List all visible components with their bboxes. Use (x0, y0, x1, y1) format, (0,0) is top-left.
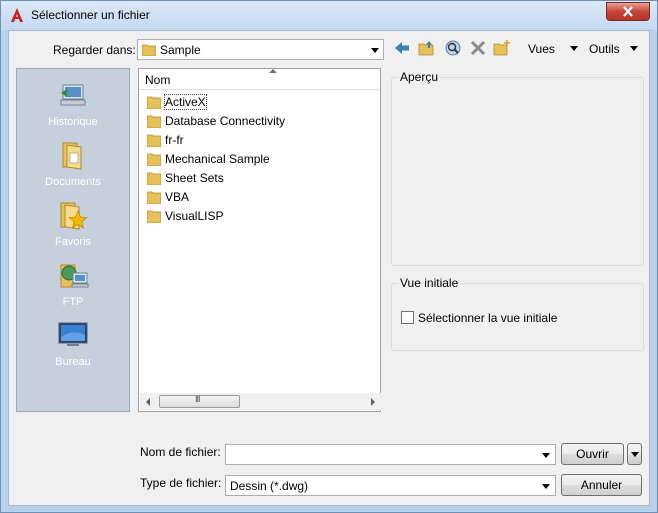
folder-icon (147, 172, 161, 185)
place-desktop[interactable]: Bureau (17, 319, 129, 377)
list-item-label: fr-fr (165, 133, 184, 147)
open-button[interactable]: Ouvrir (561, 443, 624, 465)
place-documents[interactable]: Documents (17, 139, 129, 197)
list-item[interactable]: VisualLISP (143, 207, 379, 225)
autocad-app-icon (11, 8, 23, 22)
look-in-combo[interactable]: Sample (137, 39, 384, 60)
filetype-dropdown-icon[interactable] (542, 484, 550, 489)
title-bar[interactable]: Sélectionner un fichier (1, 1, 657, 30)
horizontal-scrollbar[interactable]: III (140, 393, 381, 410)
places-bar: Historique Documents Favoris FTP Bureau (16, 68, 130, 412)
filetype-value: Dessin (*.dwg) (230, 479, 309, 493)
window-title: Sélectionner un fichier (31, 8, 150, 22)
history-icon (60, 84, 86, 106)
look-in-value: Sample (160, 43, 201, 57)
folder-icon (147, 134, 161, 147)
list-item-label: VisualLISP (165, 209, 224, 223)
preview-group: Aperçu (391, 70, 644, 266)
place-label: Bureau (55, 356, 91, 368)
place-label: Documents (45, 176, 101, 188)
initial-view-checkbox[interactable] (401, 311, 414, 324)
place-label: Historique (48, 116, 98, 128)
list-item-label: Database Connectivity (165, 114, 286, 128)
dialog-client-area: Regarder dans: Sample Vues Outils Histor… (8, 30, 650, 506)
list-item[interactable]: Database Connectivity (143, 112, 379, 130)
tools-dropdown-icon[interactable] (630, 46, 638, 51)
place-favorites[interactable]: Favoris (17, 199, 129, 257)
folder-icon (147, 210, 161, 223)
look-in-label: Regarder dans: (53, 43, 136, 57)
tools-menu[interactable]: Outils (589, 42, 620, 56)
back-arrow-icon[interactable] (393, 39, 411, 57)
place-label: Favoris (54, 236, 92, 248)
folder-icon (147, 153, 161, 166)
list-item-label: Mechanical Sample (165, 152, 270, 166)
new-folder-icon[interactable] (493, 39, 511, 57)
list-item[interactable]: Mechanical Sample (143, 150, 379, 168)
favorites-star-icon (60, 202, 88, 230)
folder-icon (142, 44, 156, 56)
list-item-label: Sheet Sets (165, 171, 224, 185)
scroll-thumb-grip: III (195, 394, 200, 404)
scroll-right-icon[interactable] (371, 398, 375, 406)
filename-label: Nom de fichier: (140, 445, 221, 459)
place-label: FTP (62, 296, 84, 308)
initial-view-checkbox-label[interactable]: Sélectionner la vue initiale (418, 311, 557, 325)
place-history[interactable]: Historique (17, 79, 129, 137)
up-folder-icon[interactable] (418, 39, 436, 57)
file-list[interactable]: Nom ActiveX Database Connectivity fr-fr Mec… (138, 68, 381, 412)
column-header-name[interactable]: Nom (139, 69, 380, 90)
search-web-icon[interactable] (444, 39, 462, 57)
close-button[interactable] (606, 2, 650, 21)
scroll-thumb[interactable]: III (159, 394, 240, 408)
documents-folder-icon (62, 142, 82, 170)
list-item[interactable]: VBA (143, 188, 379, 206)
chevron-down-icon (631, 452, 639, 457)
column-header-label: Nom (145, 73, 171, 87)
preview-title: Aperçu (398, 70, 441, 84)
views-menu[interactable]: Vues (528, 42, 555, 56)
list-item-label: VBA (165, 190, 190, 204)
filename-dropdown-icon[interactable] (542, 453, 550, 458)
file-dialog-window: Sélectionner un fichier Regarder dans: S… (0, 0, 658, 513)
sort-ascending-icon (269, 69, 277, 73)
list-item[interactable]: ActiveX (143, 93, 379, 111)
close-icon (623, 6, 633, 17)
delete-icon[interactable] (469, 39, 487, 57)
scroll-left-icon[interactable] (146, 398, 150, 406)
open-options-button[interactable] (627, 443, 642, 465)
folder-icon (147, 115, 161, 128)
folder-icon (147, 96, 161, 109)
chevron-down-icon (371, 48, 379, 53)
ftp-icon (60, 264, 89, 288)
place-ftp[interactable]: FTP (17, 259, 129, 317)
folder-icon (147, 191, 161, 204)
views-dropdown-icon[interactable] (570, 46, 578, 51)
list-item[interactable]: fr-fr (143, 131, 379, 149)
cancel-button[interactable]: Annuler (561, 474, 642, 496)
list-item[interactable]: Sheet Sets (143, 169, 379, 187)
initial-view-title: Vue initiale (398, 276, 461, 290)
filetype-label: Type de fichier: (140, 476, 222, 490)
desktop-icon (58, 322, 88, 346)
filetype-combo[interactable]: Dessin (*.dwg) (225, 475, 556, 496)
initial-view-group: Vue initiale Sélectionner la vue initial… (391, 276, 644, 351)
filename-input[interactable] (225, 444, 556, 465)
list-item-label: ActiveX (164, 94, 207, 110)
